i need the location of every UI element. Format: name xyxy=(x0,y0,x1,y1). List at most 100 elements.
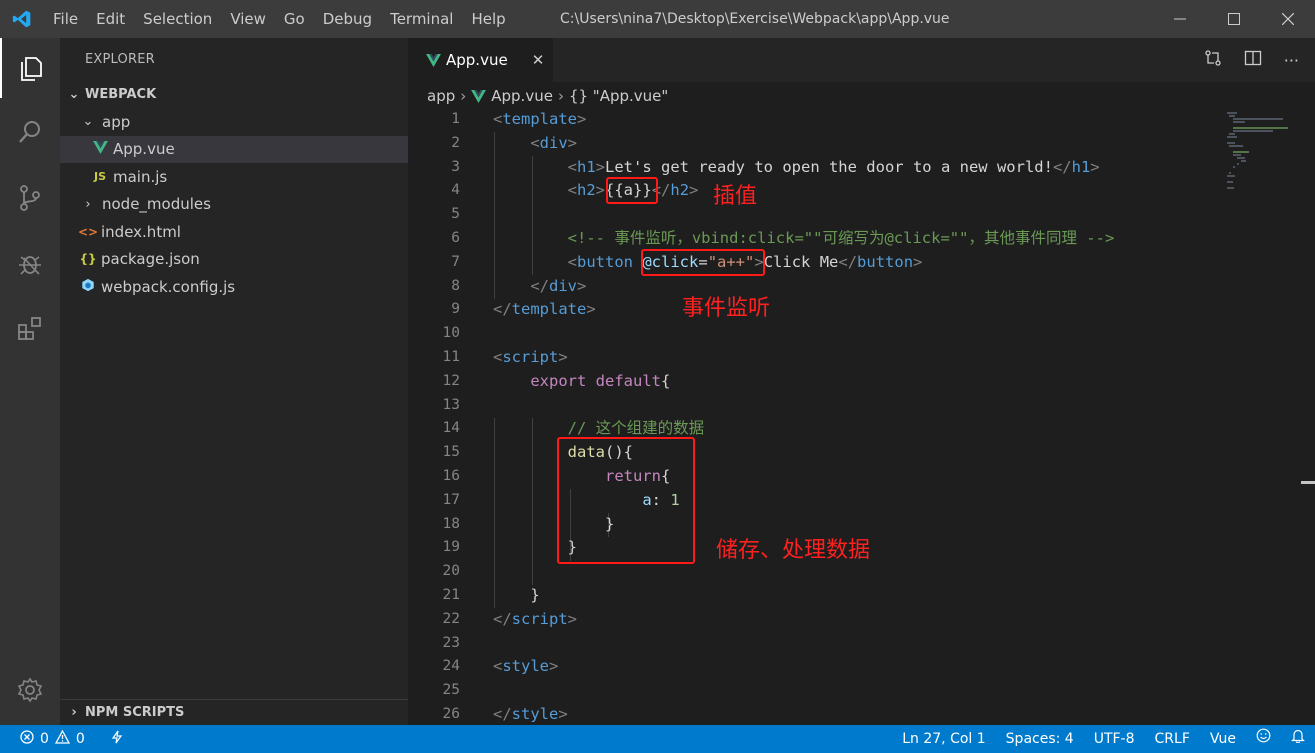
code-line: <h1>Let's get ready to open the door to … xyxy=(567,157,1100,176)
menu-help[interactable]: Help xyxy=(462,0,514,38)
minimap[interactable] xyxy=(1225,108,1315,725)
annotation-data-storage: 储存、处理数据 xyxy=(716,538,871,563)
vscode-window: File Edit Selection View Go Debug Termin… xyxy=(0,0,1315,753)
tree-item-app-vue[interactable]: App.vue xyxy=(60,135,408,163)
tree-item-main-js[interactable]: JS main.js xyxy=(60,163,408,191)
line-number: 3 xyxy=(451,158,460,175)
menu-go[interactable]: Go xyxy=(275,0,314,38)
chevron-down-icon: ⌄ xyxy=(68,87,80,102)
annotation-interpolation: 插值 xyxy=(713,184,758,209)
close-tab-icon[interactable]: ✕ xyxy=(532,51,545,69)
line-number: 12 xyxy=(442,372,460,389)
menu-terminal[interactable]: Terminal xyxy=(381,0,462,38)
problems-indicator[interactable]: 0 0 xyxy=(0,725,123,753)
breadcrumb-folder[interactable]: app xyxy=(427,82,455,110)
tree-item-label: package.json xyxy=(101,250,200,269)
code-line: </style> xyxy=(493,704,568,723)
line-number: 25 xyxy=(442,682,460,699)
chevron-right-icon: › xyxy=(557,87,564,105)
menu-debug[interactable]: Debug xyxy=(314,0,381,38)
workspace-section-header[interactable]: ⌄ WEBPACK xyxy=(60,82,408,108)
line-number: 23 xyxy=(442,634,460,651)
code-line: <script> xyxy=(493,347,568,366)
line-number: 17 xyxy=(442,491,460,508)
code-line: export default{ xyxy=(530,371,671,390)
code-line: } xyxy=(530,585,540,604)
code-lines: <template> <div> <h1>Let's get ready to … xyxy=(493,108,1114,725)
code-line: </div> xyxy=(530,276,587,295)
more-actions-icon[interactable]: ··· xyxy=(1284,51,1299,70)
cursor-position[interactable]: Ln 27, Col 1 xyxy=(892,725,995,753)
vue-file-icon xyxy=(471,89,487,103)
code-line: <!-- 事件监听，vbind:click=""可缩写为@click=""，其他… xyxy=(567,228,1115,247)
line-number: 21 xyxy=(442,586,460,603)
maximize-icon[interactable] xyxy=(1207,0,1261,38)
code-line: <h2>{{a}}</h2> xyxy=(567,181,699,200)
tab-bar: App.vue ✕ ··· xyxy=(408,38,1315,82)
debug-icon[interactable] xyxy=(0,233,60,293)
tree-item-app-folder[interactable]: ⌄ app xyxy=(60,108,408,136)
menu-file[interactable]: File xyxy=(44,0,87,38)
window-controls xyxy=(1153,0,1315,38)
interpolation-highlight-box xyxy=(606,177,658,204)
eol-setting[interactable]: CRLF xyxy=(1145,725,1200,753)
event-listener-highlight-box xyxy=(641,249,765,276)
tree-item-label: webpack.config.js xyxy=(101,277,236,296)
source-control-icon[interactable] xyxy=(0,168,60,228)
extensions-icon[interactable] xyxy=(0,299,60,359)
line-number: 9 xyxy=(451,301,460,318)
code-editor[interactable]: 1 2 3 4 5 6 7 8 9 10 11 12 13 14 15 16 1… xyxy=(408,108,1315,725)
close-window-icon[interactable] xyxy=(1261,0,1315,38)
split-editor-icon[interactable] xyxy=(1244,49,1262,71)
language-mode[interactable]: Vue xyxy=(1200,725,1246,753)
breadcrumb-symbol[interactable]: {} "App.vue" xyxy=(569,82,668,110)
compare-changes-icon[interactable] xyxy=(1204,49,1222,71)
indentation-setting[interactable]: Spaces: 4 xyxy=(996,725,1084,753)
tree-item-label: app xyxy=(102,112,131,131)
npm-scripts-section[interactable]: › NPM SCRIPTS xyxy=(60,699,408,725)
line-number: 13 xyxy=(442,396,460,413)
encoding-setting[interactable]: UTF-8 xyxy=(1084,725,1145,753)
code-line: <div> xyxy=(530,133,578,152)
breadcrumb: app › App.vue › {} "App.vue" xyxy=(408,82,1315,110)
tab-app-vue[interactable]: App.vue ✕ xyxy=(408,38,553,82)
error-count: 0 xyxy=(40,731,49,747)
code-line: </script> xyxy=(493,609,578,628)
menu-selection[interactable]: Selection xyxy=(134,0,221,38)
notifications-bell-icon[interactable] xyxy=(1281,725,1315,753)
warning-count: 0 xyxy=(75,731,85,747)
settings-gear-icon[interactable] xyxy=(0,660,60,720)
editor-actions: ··· xyxy=(1204,38,1299,82)
search-icon[interactable] xyxy=(0,102,60,162)
line-number: 6 xyxy=(451,229,460,246)
json-file-icon: {} xyxy=(79,252,97,267)
status-bar-right: Ln 27, Col 1 Spaces: 4 UTF-8 CRLF Vue xyxy=(892,725,1315,753)
data-function-highlight-box xyxy=(557,437,695,564)
breadcrumb-file[interactable]: App.vue xyxy=(491,82,553,110)
line-number: 5 xyxy=(451,206,460,223)
line-number: 16 xyxy=(442,467,460,484)
explorer-icon[interactable] xyxy=(0,38,60,98)
code-line: <button @click="a++">Click Me</button> xyxy=(567,252,923,271)
chevron-down-icon: ⌄ xyxy=(82,114,94,130)
tree-item-webpack-config[interactable]: webpack.config.js xyxy=(60,273,408,301)
window-title: C:\Users\nina7\Desktop\Exercise\Webpack\… xyxy=(560,11,950,27)
menu-view[interactable]: View xyxy=(221,0,275,38)
menu-edit[interactable]: Edit xyxy=(87,0,134,38)
code-line: <style> xyxy=(493,657,559,676)
lightning-icon[interactable] xyxy=(111,730,123,748)
tree-item-index-html[interactable]: <> index.html xyxy=(60,218,408,246)
feedback-smiley-icon[interactable] xyxy=(1246,725,1281,753)
explorer-sidebar: EXPLORER ⌄ WEBPACK ⌄ app App.vue JS main… xyxy=(60,38,408,725)
line-number: 11 xyxy=(442,348,460,365)
minimize-icon[interactable] xyxy=(1153,0,1207,38)
tree-item-package-json[interactable]: {} package.json xyxy=(60,246,408,274)
tree-item-node-modules[interactable]: › node_modules xyxy=(60,191,408,219)
line-number: 19 xyxy=(442,539,460,556)
line-number: 2 xyxy=(451,134,460,151)
